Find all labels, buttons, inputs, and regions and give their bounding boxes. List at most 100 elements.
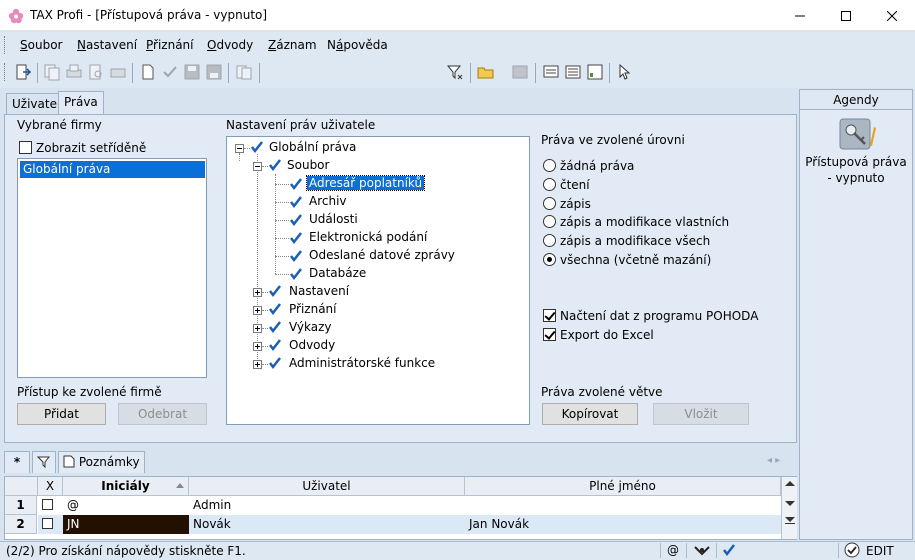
tree-node-admin[interactable]: Administrátorské funkce: [289, 356, 435, 370]
radio-write-modify-own[interactable]: [543, 215, 556, 228]
export-excel-checkbox[interactable]: [543, 328, 556, 341]
tree-node-archiv[interactable]: Archiv: [309, 194, 347, 208]
list-icon[interactable]: [564, 63, 582, 81]
users-grid[interactable]: X Iniciály Uživatel Plné jméno 1 @ Admin…: [4, 476, 797, 540]
maximize-button[interactable]: [823, 0, 869, 31]
tab-prava[interactable]: Práva: [58, 91, 104, 114]
tab-scroll-arrows[interactable]: ◂ ▸: [767, 455, 780, 466]
radio-no-rights-label: žádná práva: [560, 159, 635, 173]
tree-node-adresar[interactable]: Adresář poplatníků: [305, 175, 426, 191]
duplicate-icon[interactable]: [235, 63, 253, 81]
tree-expand-toggle[interactable]: [253, 360, 262, 369]
tree-node-root[interactable]: Globální práva: [269, 140, 356, 154]
paste-button[interactable]: Vložit: [653, 403, 749, 425]
close-button[interactable]: [869, 0, 915, 31]
tree-expand-toggle[interactable]: [253, 288, 262, 297]
report-icon[interactable]: [586, 63, 604, 81]
print-icon[interactable]: [65, 63, 83, 81]
checkmark-icon: [723, 544, 735, 557]
scroll-end-icon[interactable]: [785, 517, 795, 522]
cell-user[interactable]: Admin: [189, 496, 465, 515]
radio-all-rights[interactable]: [543, 253, 556, 266]
help-pointer-icon[interactable]: [616, 63, 634, 81]
tree-node-soubor[interactable]: Soubor: [287, 158, 329, 172]
menu-odvody-rest: dvody: [216, 38, 254, 52]
sort-checkbox[interactable]: [19, 141, 32, 154]
tree-expand-toggle[interactable]: [253, 324, 262, 333]
cell-initials[interactable]: JN: [63, 515, 189, 534]
archive-icon[interactable]: [511, 63, 529, 81]
column-header-initials[interactable]: Iniciály: [63, 477, 189, 496]
minimize-button[interactable]: [777, 0, 823, 31]
exit-door-icon[interactable]: [14, 63, 32, 81]
agenda-item-label[interactable]: Přístupová práva - vypnuto: [802, 154, 910, 186]
firms-list[interactable]: Globální práva: [17, 158, 207, 378]
tree-collapse-toggle[interactable]: [235, 144, 244, 153]
column-header-x[interactable]: X: [38, 477, 63, 496]
selected-firms-label: Vybrané firmy: [17, 118, 102, 132]
import-pohoda-checkbox[interactable]: [543, 309, 556, 322]
filter-icon[interactable]: [446, 63, 464, 81]
tree-expand-toggle[interactable]: [253, 342, 262, 351]
radio-read-label: čtení: [560, 178, 590, 192]
tree-node-odeslane-zpravy[interactable]: Odeslané datové zprávy: [309, 248, 455, 262]
tree-line: [257, 154, 258, 365]
tab-filter[interactable]: [32, 451, 56, 473]
access-rights-keys-icon[interactable]: [838, 117, 876, 151]
print-preview-icon[interactable]: [87, 63, 105, 81]
save-all-icon[interactable]: [205, 63, 223, 81]
menu-odvody[interactable]: Odvody: [207, 38, 253, 52]
scroll-down-icon[interactable]: [785, 501, 795, 506]
remove-button[interactable]: Odebrat: [118, 403, 207, 425]
print-setup-icon[interactable]: [109, 63, 127, 81]
radio-no-rights[interactable]: [543, 159, 556, 172]
menu-zaznam[interactable]: Záznam: [268, 38, 317, 52]
row-checkbox[interactable]: [42, 499, 53, 510]
cell-user[interactable]: Novák: [189, 515, 465, 534]
tree-node-udalosti[interactable]: Události: [309, 212, 358, 226]
new-record-icon[interactable]: [139, 63, 157, 81]
grid-scrollbar[interactable]: [781, 477, 797, 539]
radio-read[interactable]: [543, 178, 556, 191]
rights-tree[interactable]: Globální práva Soubor Adresář poplatníků…: [226, 136, 530, 425]
tab-star[interactable]: *: [4, 451, 30, 473]
row-number[interactable]: 1: [5, 496, 37, 515]
menu-napoveda[interactable]: Nápověda: [327, 38, 388, 52]
tree-node-priznani[interactable]: Přiznání: [289, 302, 337, 316]
menu-priznani-key: P: [146, 38, 154, 52]
copy-button[interactable]: Kopírovat: [542, 403, 638, 425]
tree-node-odvody[interactable]: Odvody: [289, 338, 335, 352]
tab-notes[interactable]: Poznámky: [58, 451, 145, 473]
tree-node-databaze[interactable]: Databáze: [309, 266, 366, 280]
tree-collapse-toggle[interactable]: [253, 162, 262, 171]
tree-node-nastaveni[interactable]: Nastavení: [289, 284, 349, 298]
save-icon[interactable]: [183, 63, 201, 81]
tree-node-vykazy[interactable]: Výkazy: [289, 320, 331, 334]
copy-record-icon[interactable]: [43, 63, 61, 81]
add-button[interactable]: Přidat: [17, 403, 106, 425]
cell-initials[interactable]: @: [63, 496, 189, 515]
radio-all-rights-label: všechna (včetně mazání): [560, 253, 712, 267]
agenda-icon[interactable]: [542, 63, 560, 81]
menu-nastaveni[interactable]: Nastavení: [77, 38, 137, 52]
tree-expand-toggle[interactable]: [253, 306, 262, 315]
cell-fullname[interactable]: Jan Novák: [465, 515, 781, 534]
menu-priznani[interactable]: Přiznání: [146, 38, 194, 52]
tree-node-elektronicka-podani[interactable]: Elektronická podání: [309, 230, 427, 244]
radio-write[interactable]: [543, 197, 556, 210]
confirm-icon[interactable]: [161, 63, 179, 81]
scroll-up-icon[interactable]: [785, 481, 795, 486]
column-header-user[interactable]: Uživatel: [189, 477, 465, 496]
radio-write-modify-all[interactable]: [543, 234, 556, 247]
cell-fullname[interactable]: [465, 496, 781, 515]
tab-uzivatel[interactable]: Uživatel: [6, 93, 60, 114]
row-checkbox[interactable]: [42, 518, 53, 529]
firm-item-globalni[interactable]: Globální práva: [20, 161, 205, 178]
column-header-fullname[interactable]: Plné jméno: [465, 477, 781, 496]
tree-line: [275, 184, 289, 185]
row-number[interactable]: 2: [5, 515, 37, 534]
tree-section-label: Nastavení práv uživatele: [226, 118, 376, 132]
status-divider: [838, 543, 839, 558]
folder-icon[interactable]: [477, 63, 495, 81]
menu-soubor[interactable]: Soubor: [20, 38, 62, 52]
